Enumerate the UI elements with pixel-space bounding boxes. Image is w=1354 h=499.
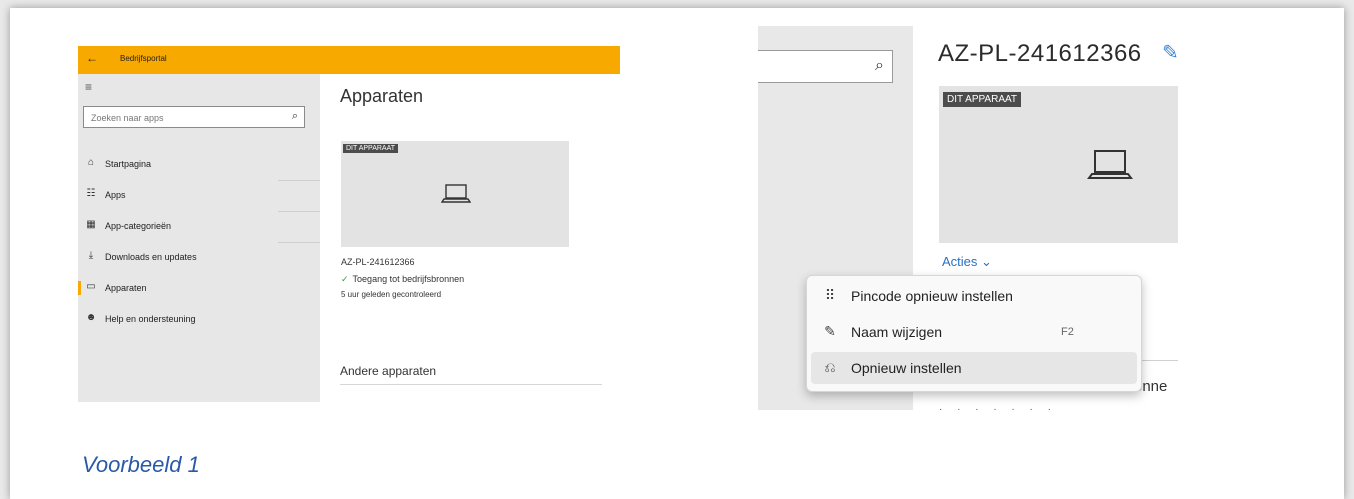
divider bbox=[278, 211, 320, 212]
device-title: AZ-PL-241612366 bbox=[938, 40, 1142, 67]
menu-item-rename[interactable]: ✎ Naam wijzigen F2 bbox=[811, 316, 1137, 348]
sidebar-item-apps[interactable]: ☷ Apps bbox=[78, 185, 320, 205]
sidebar-item-label: Help en ondersteuning bbox=[105, 314, 196, 324]
keypad-icon: ⠿ bbox=[824, 287, 836, 303]
sidebar-item-startpagina[interactable]: ⌂ Startpagina bbox=[78, 154, 320, 174]
laptop-icon bbox=[1087, 150, 1133, 179]
back-arrow-icon[interactable]: ← bbox=[86, 51, 98, 65]
sidebar: ≡ Zoeken naar apps ⌕ ⌂ Startpagina ☷ App… bbox=[78, 74, 320, 402]
search-input[interactable]: ⌕ bbox=[758, 50, 893, 83]
figure-caption: Voorbeeld 1 bbox=[82, 452, 200, 477]
pencil-icon: ✎ bbox=[824, 323, 836, 339]
this-device-badge: DIT APPARAAT bbox=[343, 144, 399, 153]
search-icon[interactable]: ⌕ bbox=[875, 57, 884, 75]
help-chat-icon: ☻ bbox=[85, 312, 97, 323]
divider bbox=[278, 180, 320, 181]
sidebar-item-label: Startpagina bbox=[105, 159, 152, 169]
sidebar-item-label: Apps bbox=[105, 190, 126, 200]
document-page: ← Bedrijfsportal ≡ Zoeken naar apps ⌕ ⌂ … bbox=[10, 8, 1344, 499]
app-title: Bedrijfsportal bbox=[120, 54, 167, 63]
menu-item-reset[interactable]: ⎌ Opnieuw instellen bbox=[811, 352, 1137, 384]
truncated-text: · · · · · · · bbox=[939, 404, 1057, 410]
device-tile: DIT APPARAAT bbox=[939, 86, 1178, 243]
other-devices-heading: Andere apparaten bbox=[340, 364, 437, 378]
sidebar-item-downloads[interactable]: ⤓ Downloads en updates bbox=[78, 247, 320, 267]
divider bbox=[340, 384, 602, 385]
categories-icon: ▦ bbox=[86, 219, 96, 230]
laptop-icon bbox=[441, 184, 471, 203]
reset-device-icon: ⎌ bbox=[824, 359, 836, 375]
check-circle-icon: ✓ bbox=[341, 274, 349, 284]
company-portal-screenshot: ← Bedrijfsportal ≡ Zoeken naar apps ⌕ ⌂ … bbox=[78, 46, 620, 402]
apps-list-icon: ☷ bbox=[86, 188, 96, 199]
search-icon[interactable]: ⌕ bbox=[292, 110, 298, 123]
edit-pencil-icon[interactable]: ✎ bbox=[1162, 40, 1178, 65]
page-title: Apparaten bbox=[340, 86, 424, 106]
device-status: ✓ Toegang tot bedrijfsbronnen bbox=[341, 274, 464, 285]
actions-dropdown[interactable]: Acties ⌄ bbox=[942, 254, 992, 270]
chevron-down-icon: ⌄ bbox=[981, 254, 992, 269]
sidebar-item-label: Apparaten bbox=[105, 283, 147, 293]
status-text: Toegang tot bedrijfsbronnen bbox=[352, 274, 465, 284]
download-icon: ⤓ bbox=[88, 250, 94, 261]
search-input[interactable]: Zoeken naar apps ⌕ bbox=[83, 106, 305, 128]
actions-label: Acties bbox=[942, 254, 978, 269]
device-tile[interactable]: DIT APPARAAT bbox=[341, 141, 569, 247]
menu-item-label: Naam wijzigen bbox=[851, 324, 943, 340]
sidebar-item-help[interactable]: ☻ Help en ondersteuning bbox=[78, 309, 320, 329]
menu-item-reset-pin[interactable]: ⠿ Pincode opnieuw instellen bbox=[811, 280, 1137, 312]
divider bbox=[278, 242, 320, 243]
device-name: AZ-PL-241612366 bbox=[341, 257, 415, 267]
sidebar-item-label: Downloads en updates bbox=[105, 252, 197, 262]
this-device-badge: DIT APPARAAT bbox=[943, 92, 1022, 107]
sidebar-item-label: App-categorieën bbox=[105, 221, 172, 231]
menu-item-label: Opnieuw instellen bbox=[851, 360, 962, 376]
home-icon: ⌂ bbox=[87, 157, 95, 168]
actions-context-menu: ⠿ Pincode opnieuw instellen ✎ Naam wijzi… bbox=[806, 275, 1142, 392]
sidebar-item-devices[interactable]: ▭ Apparaten bbox=[78, 278, 320, 298]
main-content: Apparaten DIT APPARAAT AZ-PL-241612366 ✓… bbox=[320, 74, 620, 402]
search-placeholder: Zoeken naar apps bbox=[91, 113, 164, 123]
laptop-icon: ▭ bbox=[86, 281, 96, 292]
menu-item-label: Pincode opnieuw instellen bbox=[851, 288, 1013, 304]
sidebar-item-app-categories[interactable]: ▦ App-categorieën bbox=[78, 216, 320, 236]
active-indicator bbox=[78, 281, 81, 295]
title-bar: ← Bedrijfsportal bbox=[78, 46, 620, 74]
hamburger-menu-icon[interactable]: ≡ bbox=[85, 80, 92, 94]
last-checked: 5 uur geleden gecontroleerd bbox=[341, 290, 442, 299]
shortcut-key: F2 bbox=[1061, 326, 1074, 338]
